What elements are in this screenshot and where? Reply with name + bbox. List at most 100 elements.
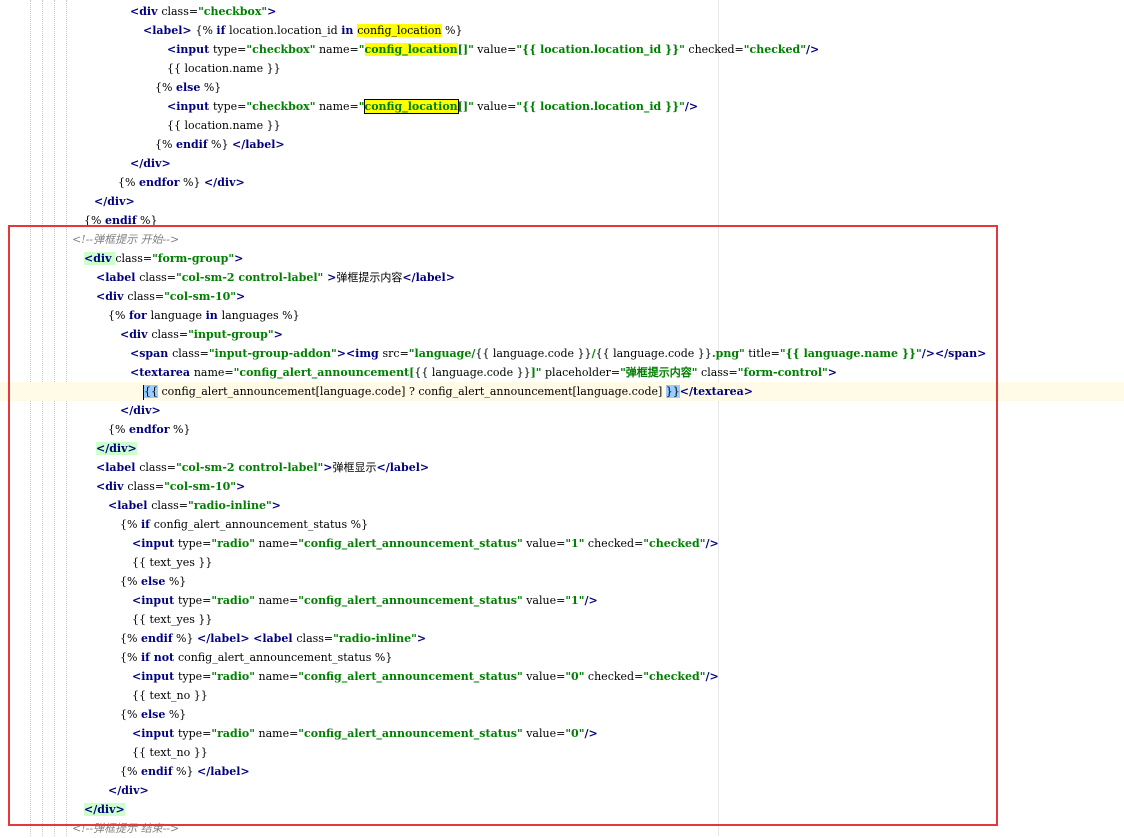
- code-line[interactable]: {% if config_alert_announcement_status %…: [120, 515, 368, 534]
- code-line[interactable]: {% else %}: [155, 78, 221, 97]
- code-token: {%: [120, 765, 141, 778]
- code-line[interactable]: </div>: [108, 781, 149, 800]
- code-token: {%: [108, 423, 129, 436]
- code-token: for: [128, 309, 151, 322]
- code-line[interactable]: {% for language in languages %}: [108, 306, 300, 325]
- code-token: "1": [565, 537, 585, 550]
- code-token: </div>: [96, 442, 137, 455]
- code-line[interactable]: <input type="radio" name="config_alert_a…: [132, 667, 719, 686]
- code-token: {{ text_no }}: [132, 746, 208, 759]
- code-editor[interactable]: <div class="checkbox"> <label> {% if loca…: [0, 0, 1124, 836]
- code-token: <input: [167, 43, 213, 56]
- code-line[interactable]: {% endif %} </label> <label class="radio…: [120, 629, 426, 648]
- code-token: <!--弹框提示 结束-->: [72, 822, 180, 835]
- code-token: />: [584, 594, 598, 607]
- code-token: endif: [140, 765, 173, 778]
- code-token: ": [358, 43, 365, 56]
- code-line[interactable]: {{ text_yes }}: [132, 553, 212, 572]
- code-line[interactable]: {% endif %} </label>: [155, 135, 285, 154]
- code-token: </label>: [402, 271, 455, 284]
- code-line[interactable]: <input type="checkbox" name="config_loca…: [167, 40, 819, 59]
- indent-guide: [54, 0, 55, 836]
- code-token: endfor: [128, 423, 170, 436]
- code-line[interactable]: {% endfor %}: [108, 420, 190, 439]
- code-line[interactable]: {{ text_no }}: [132, 686, 208, 705]
- code-token: 弹框显示: [332, 461, 377, 474]
- code-line[interactable]: </div>: [94, 192, 135, 211]
- code-token: if: [140, 518, 154, 531]
- code-line[interactable]: {% endfor %} </div>: [118, 173, 245, 192]
- code-token: class=: [161, 5, 199, 18]
- code-line[interactable]: <div class="checkbox">: [130, 2, 276, 21]
- code-token: </label>: [197, 765, 250, 778]
- code-line[interactable]: <input type="checkbox" name="config_loca…: [167, 97, 698, 116]
- code-line[interactable]: <textarea name="config_alert_announcemen…: [130, 363, 837, 382]
- code-line[interactable]: <label class="radio-inline">: [108, 496, 281, 515]
- code-line[interactable]: <div class="col-sm-10">: [96, 287, 245, 306]
- code-token: class=: [127, 480, 165, 493]
- code-token: "radio": [211, 670, 255, 683]
- code-line[interactable]: {{ text_no }}: [132, 743, 208, 762]
- code-token: else: [140, 575, 166, 588]
- code-line[interactable]: {{ location.name }}: [167, 116, 281, 135]
- code-token: class=: [172, 347, 209, 360]
- code-token: </div>: [203, 176, 245, 189]
- code-line[interactable]: <label class="col-sm-2 control-label">弹框…: [96, 458, 429, 477]
- code-token: />: [584, 727, 598, 740]
- code-line[interactable]: <label> {% if location.location_id in co…: [143, 21, 462, 40]
- code-token: "col-sm-10": [164, 480, 237, 493]
- code-token: />: [684, 100, 699, 113]
- code-line[interactable]: </div>: [120, 401, 161, 420]
- code-token: >: [323, 271, 337, 284]
- code-line[interactable]: </div>: [96, 439, 137, 458]
- code-line[interactable]: {{ text_yes }}: [132, 610, 212, 629]
- code-token: %}: [441, 24, 463, 37]
- code-token: checked=: [684, 43, 744, 56]
- code-token: %}: [179, 176, 204, 189]
- code-line[interactable]: {{ config_alert_announcement[language.co…: [143, 382, 753, 401]
- code-token: >: [271, 499, 281, 512]
- code-token: name=: [255, 670, 299, 683]
- code-line[interactable]: {% endif %}: [84, 211, 158, 230]
- code-line[interactable]: <div class="col-sm-10">: [96, 477, 245, 496]
- code-line[interactable]: <input type="radio" name="config_alert_a…: [132, 534, 719, 553]
- code-line[interactable]: <!--弹框提示 结束-->: [72, 819, 179, 838]
- code-line[interactable]: <div class="input-group">: [120, 325, 283, 344]
- indent-guide: [42, 0, 43, 836]
- code-token: >: [236, 290, 246, 303]
- code-token: config_alert_announcement[language.code]…: [158, 385, 666, 398]
- code-token: "input-group": [188, 328, 274, 341]
- code-line[interactable]: <span class="input-group-addon"><img src…: [130, 344, 986, 363]
- code-token: "form-group": [152, 252, 235, 265]
- code-line[interactable]: <label class="col-sm-2 control-label" >弹…: [96, 268, 455, 287]
- code-line[interactable]: {% else %}: [120, 705, 186, 724]
- code-token: "0": [565, 727, 585, 740]
- code-token: in: [341, 24, 358, 37]
- code-token: endfor: [138, 176, 180, 189]
- code-line[interactable]: </div>: [130, 154, 171, 173]
- code-token: <label: [143, 24, 183, 37]
- code-line[interactable]: {{ location.name }}: [167, 59, 281, 78]
- code-line[interactable]: </div>: [84, 800, 125, 819]
- code-line[interactable]: <!--弹框提示 开始-->: [72, 230, 179, 249]
- code-token: {{ language.code }}: [414, 366, 531, 379]
- code-token: {%: [155, 138, 176, 151]
- code-token: ]": [530, 366, 542, 379]
- code-line[interactable]: {% endif %} </label>: [120, 762, 250, 781]
- code-line[interactable]: {% else %}: [120, 572, 186, 591]
- code-token: languages %}: [221, 309, 300, 322]
- code-token: config_location: [364, 43, 458, 56]
- code-line[interactable]: {% if not config_alert_announcement_stat…: [120, 648, 392, 667]
- code-token: "{{ language.name }}": [779, 347, 922, 360]
- code-token: "language/: [408, 347, 476, 360]
- code-line[interactable]: <input type="radio" name="config_alert_a…: [132, 591, 598, 610]
- code-token: "0": [565, 670, 585, 683]
- code-token: name=: [315, 43, 359, 56]
- code-token: else: [175, 81, 201, 94]
- code-token: "radio": [211, 537, 255, 550]
- code-token: <input: [167, 100, 213, 113]
- code-token: .png": [711, 347, 745, 360]
- code-token: %}: [165, 708, 187, 721]
- code-line[interactable]: <div class="form-group">: [84, 249, 243, 268]
- code-line[interactable]: <input type="radio" name="config_alert_a…: [132, 724, 598, 743]
